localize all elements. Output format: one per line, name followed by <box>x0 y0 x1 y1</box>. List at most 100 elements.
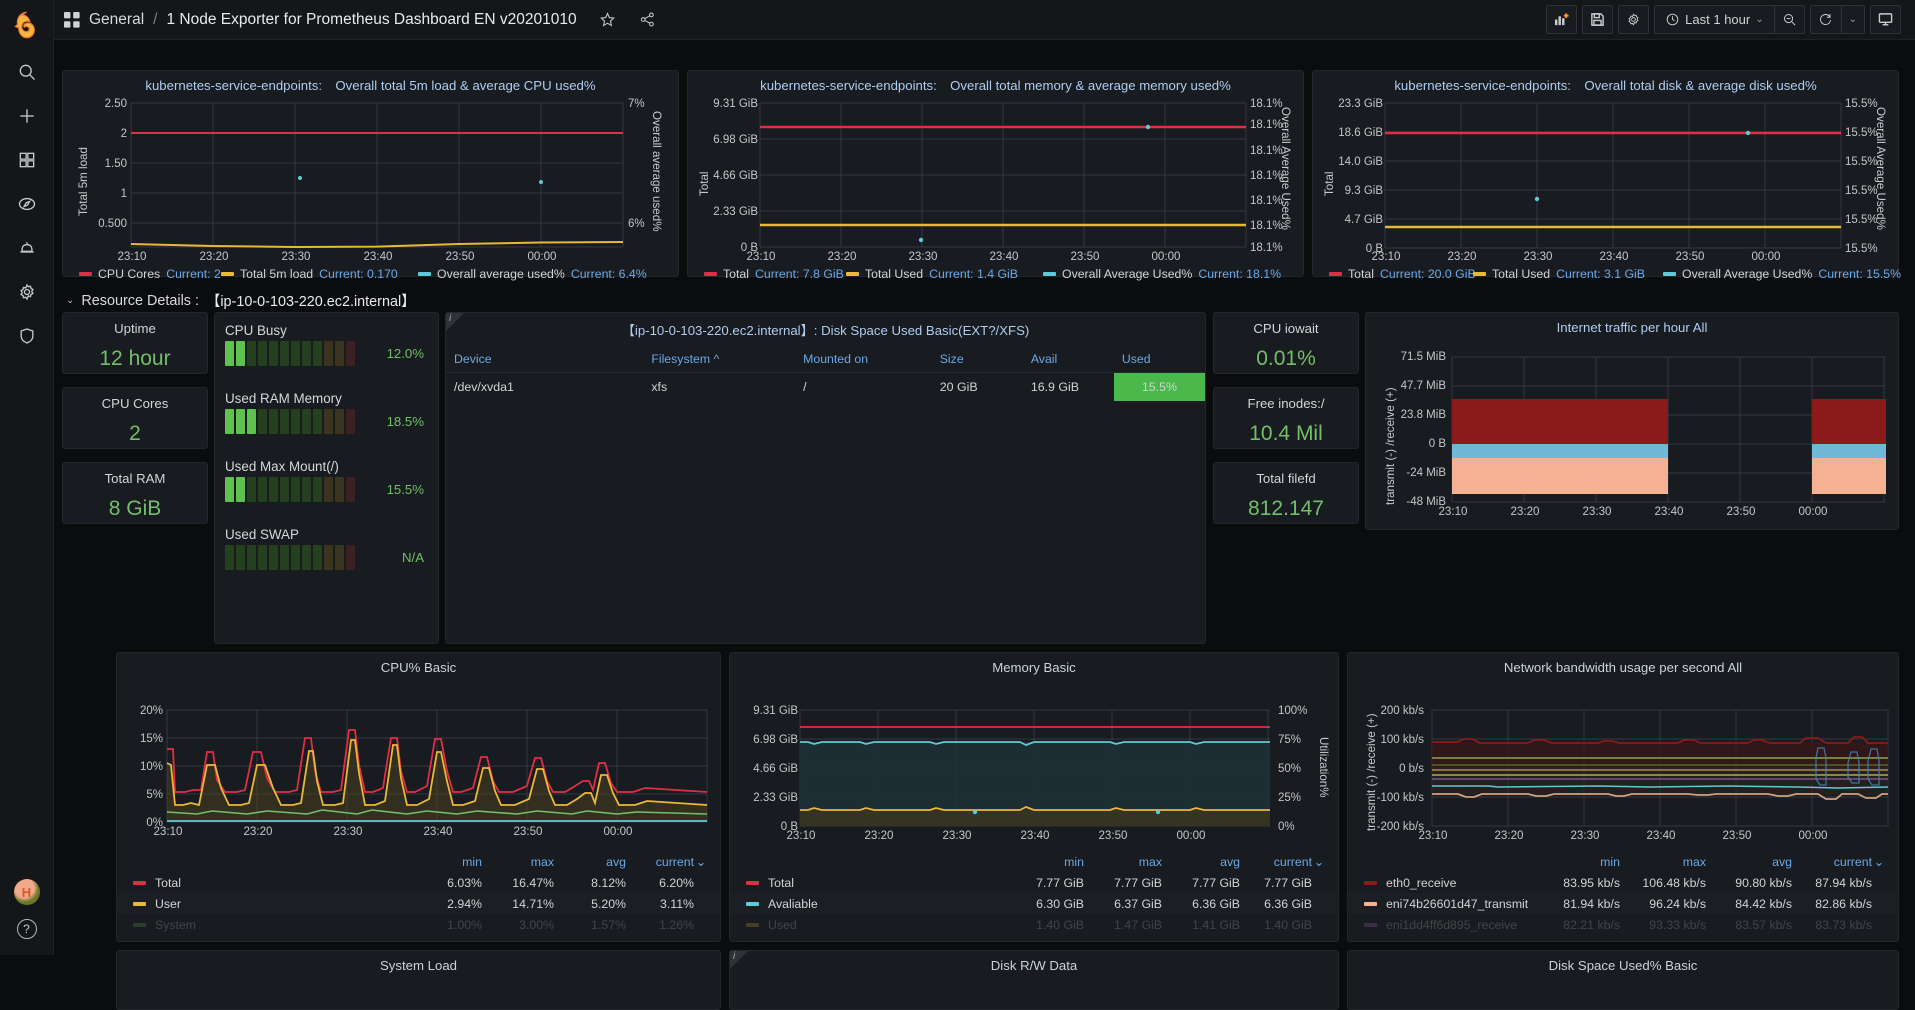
legend-item[interactable]: Overall Average Used% Current: 18.1% <box>1043 267 1281 281</box>
column-header-filesystem[interactable]: Filesystem ^ <box>643 346 796 373</box>
legend-header-current[interactable]: current <box>1240 855 1312 869</box>
column-header-device[interactable]: Device <box>446 346 644 373</box>
legend-current: 7.77 GiB <box>1264 875 1312 890</box>
stat-value: 8 GiB <box>108 497 162 520</box>
dashboard-settings-button[interactable] <box>1618 5 1650 34</box>
gauge-used-max-mount[interactable]: Used Max Mount(/) 15.5% <box>225 459 428 502</box>
legend-table-row[interactable]: Avaliable 6.30 GiB 6.37 GiB 6.36 GiB 6.3… <box>730 893 1338 914</box>
column-header-mounted-on[interactable]: Mounted on <box>795 346 932 373</box>
legend-header-current[interactable]: current <box>1792 855 1872 869</box>
legend-item[interactable]: Overall Average Used% Current: 15.5% <box>1663 267 1901 281</box>
legend-color-swatch <box>746 922 759 927</box>
row-header-label: Resource Details : <box>81 292 199 309</box>
legend-item[interactable]: Overall average used% Current: 6.4% <box>418 267 647 281</box>
legend-header-max[interactable]: max <box>1084 855 1162 869</box>
legend-series-label: Total <box>133 876 410 890</box>
legend-color-swatch <box>418 272 431 276</box>
sidebar-item-alerting[interactable] <box>0 226 54 270</box>
legend-min: 6.03% <box>447 875 482 890</box>
legend-table-row[interactable]: eni74b26601d47_transmit 81.94 kb/s 96.24… <box>1348 893 1898 914</box>
gauge-used-swap[interactable]: Used SWAP N/A <box>225 527 428 570</box>
stat-panel-free-inodes[interactable]: Free inodes:/ 10.4 Mil <box>1213 387 1359 449</box>
stat-panel-cpu-iowait[interactable]: CPU iowait 0.01% <box>1213 312 1359 374</box>
avatar[interactable]: H <box>13 879 40 905</box>
grafana-logo[interactable] <box>0 0 53 50</box>
xtick: 23:50 <box>513 825 543 838</box>
gauge-cpu-busy[interactable]: CPU Busy 12.0% <box>225 323 428 366</box>
legend-item[interactable]: Total Used Current: 3.1 GiB <box>1473 267 1645 281</box>
legend-header-min[interactable]: min <box>1006 855 1084 869</box>
stat-panel-cpu-cores[interactable]: CPU Cores 2 <box>62 387 208 449</box>
legend-series-name: eni1dd4ff6d895_receive <box>1386 917 1518 932</box>
legend-table-row[interactable]: System 1.00% 3.00% 1.57% 1.26% <box>117 914 720 935</box>
page-title[interactable]: 1 Node Exporter for Prometheus Dashboard… <box>166 11 576 29</box>
stat-panel-total-filefd[interactable]: Total filefd 812.147 <box>1213 462 1359 524</box>
legend-item[interactable]: Total Current: 20.0 GiB <box>1329 267 1476 281</box>
legend-series-name: Total <box>155 875 181 890</box>
panel-title: 【ip-10-0-103-220.ec2.internal】: Disk Spa… <box>621 323 1030 338</box>
sidebar-item-configuration[interactable] <box>0 270 54 314</box>
add-panel-button[interactable] <box>1546 5 1578 34</box>
column-header-size[interactable]: Size <box>931 346 1023 373</box>
legend-table-row[interactable]: Used 1.40 GiB 1.47 GiB 1.41 GiB 1.40 GiB <box>730 914 1338 935</box>
gauge-used-ram-memory[interactable]: Used RAM Memory 18.5% <box>225 391 428 434</box>
legend-header-avg[interactable]: avg <box>1162 855 1240 869</box>
kiosk-button[interactable] <box>1870 5 1901 34</box>
legend-item[interactable]: Total 5m load Current: 0.170 <box>221 267 398 281</box>
help-icon[interactable]: ? <box>16 919 37 939</box>
legend-table-row[interactable]: User 2.94% 14.71% 5.20% 3.11% <box>117 893 720 914</box>
sidebar-item-search[interactable] <box>0 50 54 94</box>
stat-title: Total RAM <box>104 471 166 486</box>
sort-chevron-icon[interactable]: ⌄ <box>1312 855 1324 869</box>
table-row[interactable]: /dev/xvda1 xfs / 20 GiB 16.9 GiB 15.5% <box>446 372 1205 401</box>
info-icon[interactable]: i <box>733 951 735 962</box>
refresh-interval-dropdown[interactable]: ⌄ <box>1840 5 1865 34</box>
legend-header-current[interactable]: current <box>626 855 694 869</box>
sidebar-item-explore[interactable] <box>0 182 54 226</box>
cell-device: /dev/xvda1 <box>454 380 514 394</box>
legend-table-row[interactable]: Total 7.77 GiB 7.77 GiB 7.77 GiB 7.77 Gi… <box>730 872 1338 893</box>
save-dashboard-button[interactable] <box>1582 5 1614 34</box>
stat-value: 10.4 Mil <box>1249 422 1323 445</box>
legend-table-header: min max avg current ⌄ <box>117 851 720 872</box>
legend-table-row[interactable]: eth0_receive 83.95 kb/s 106.48 kb/s 90.8… <box>1348 872 1898 893</box>
row-header-resource-details[interactable]: ⌄ Resource Details : 【ip-10-0-103-220.ec… <box>66 290 416 311</box>
stat-panel-uptime[interactable]: Uptime 12 hour <box>62 312 208 374</box>
stat-panel-total-ram[interactable]: Total RAM 8 GiB <box>62 462 208 524</box>
time-range-picker[interactable]: Last 1 hour ⌄ <box>1654 5 1774 34</box>
sort-chevron-icon[interactable]: ⌄ <box>1872 855 1884 869</box>
legend-table-row[interactable]: Total 6.03% 16.47% 8.12% 6.20% <box>117 872 720 893</box>
refresh-button[interactable] <box>1809 5 1841 34</box>
legend-value: Current: 20.0 GiB <box>1379 267 1476 281</box>
sort-chevron-icon[interactable]: ⌄ <box>694 855 706 869</box>
legend-max: 93.33 kb/s <box>1649 917 1706 932</box>
legend-series-name: eni74b26601d47_transmit <box>1386 896 1529 911</box>
sidebar-item-create[interactable] <box>0 94 54 138</box>
xtick: 00:00 <box>1751 250 1781 263</box>
legend-header-avg[interactable]: avg <box>1706 855 1792 869</box>
legend-header-max[interactable]: max <box>1620 855 1706 869</box>
column-header-avail[interactable]: Avail <box>1022 346 1114 373</box>
star-icon[interactable] <box>598 10 617 29</box>
legend-series-label: eni1dd4ff6d895_receive <box>1364 918 1534 932</box>
legend-header-min[interactable]: min <box>1534 855 1620 869</box>
legend-table-header: min max avg current ⌄ <box>730 851 1338 872</box>
column-header-used[interactable]: Used <box>1113 346 1205 373</box>
breadcrumb-folder[interactable]: General <box>89 11 144 29</box>
sidebar-item-dashboards[interactable] <box>0 138 54 182</box>
legend-header-max[interactable]: max <box>482 855 554 869</box>
legend-header-avg[interactable]: avg <box>554 855 626 869</box>
zoom-out-button[interactable] <box>1773 5 1805 34</box>
xtick: 23:40 <box>1646 829 1676 842</box>
legend-table-row[interactable]: eni1dd4ff6d895_receive 82.21 kb/s 93.33 … <box>1348 914 1898 935</box>
legend-header-min[interactable]: min <box>410 855 482 869</box>
legend-item[interactable]: Total Used Current: 1.4 GiB <box>846 267 1018 281</box>
legend-avg: 5.20% <box>591 896 626 911</box>
xtick: 23:40 <box>363 250 393 263</box>
info-icon[interactable]: i <box>449 313 451 324</box>
sidebar-item-server-admin[interactable] <box>0 314 54 358</box>
legend-item[interactable]: CPU Cores Current: 2 <box>79 267 221 281</box>
system-load-panel: System Load <box>116 950 721 1010</box>
share-icon[interactable] <box>638 10 657 29</box>
legend-item[interactable]: Total Current: 7.8 GiB <box>704 267 844 281</box>
